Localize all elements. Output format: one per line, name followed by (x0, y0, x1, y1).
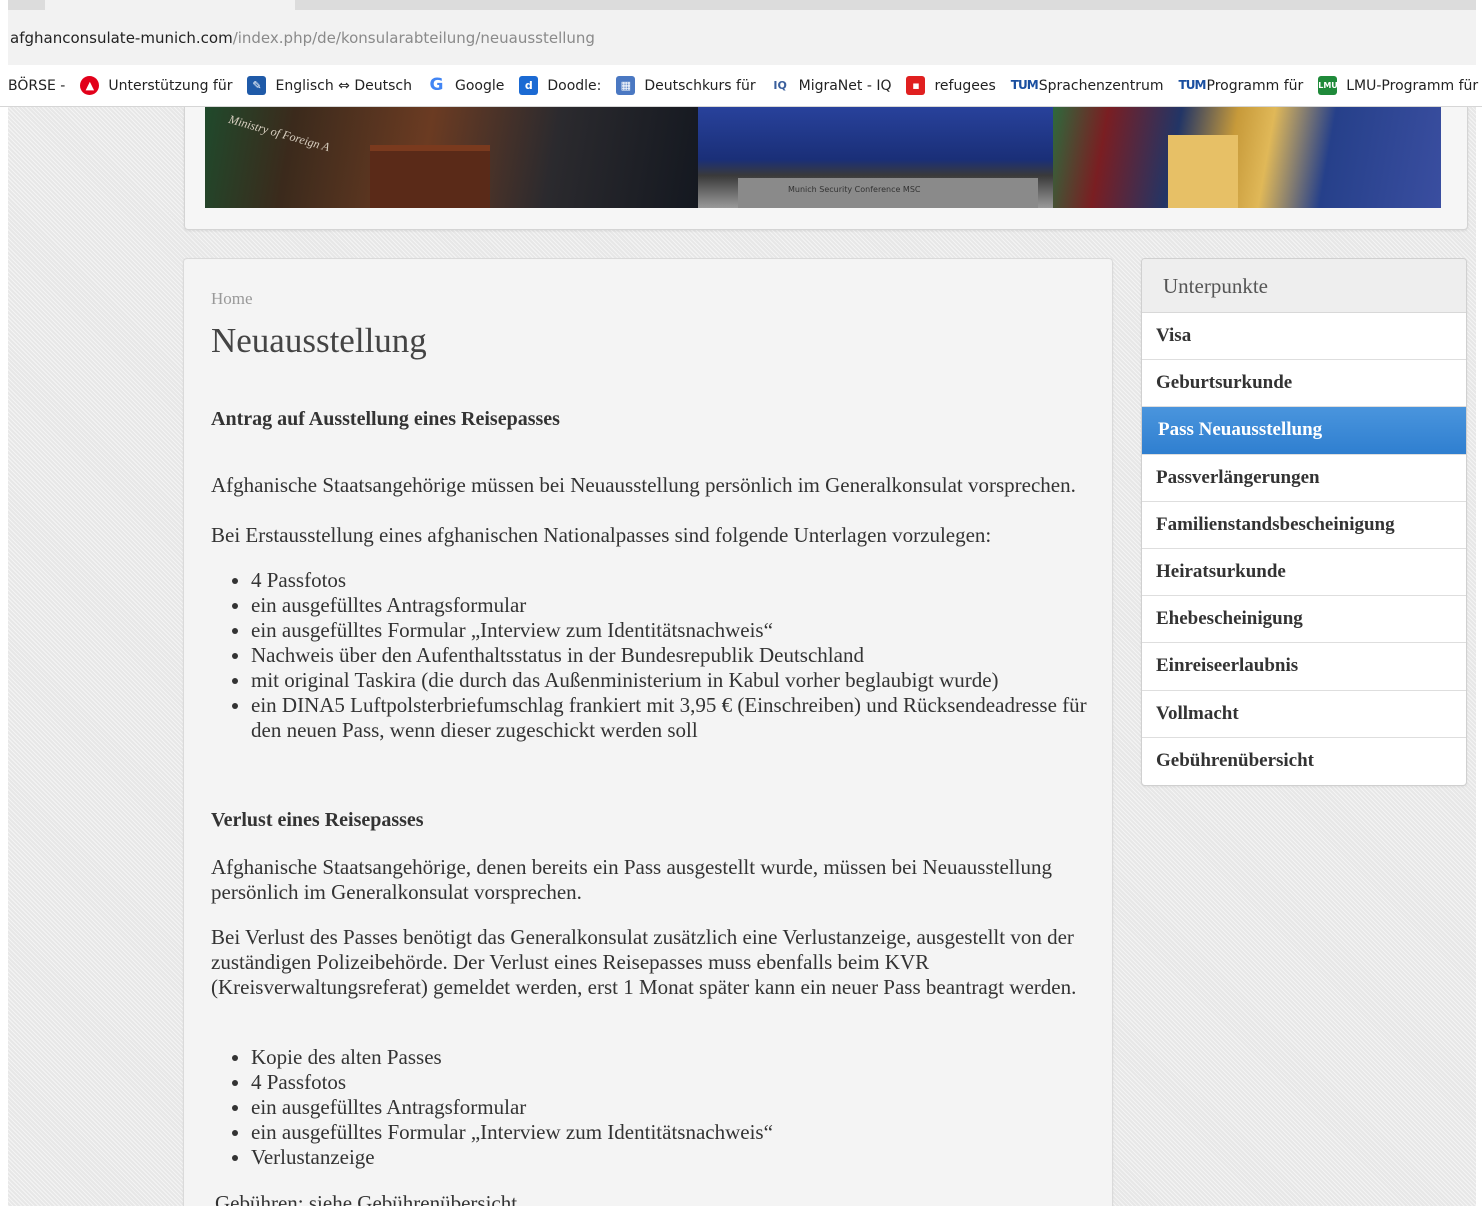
sidebar-item-visa[interactable]: Visa (1142, 313, 1466, 361)
bookmark-label: MigraNet - IQ (798, 77, 892, 94)
list-item: ein ausgefülltes Antragsformular (251, 593, 1091, 618)
banner-ministry-text: Ministry of Foreign A (227, 112, 332, 155)
sidebar-item-ehebescheinigung[interactable]: Ehebescheinigung (1142, 596, 1466, 644)
list-item: ein ausgefülltes Formular „Interview zum… (251, 618, 1091, 643)
bookmark-doodle[interactable]: d Doodle: (519, 76, 601, 95)
banner-photo-conference: Munich Security Conference MSC (698, 107, 1053, 208)
list-item: 4 Passfotos (251, 568, 1091, 593)
bookmark-label: Sprachenzentrum (1038, 77, 1164, 94)
dictionary-icon: ✎ (247, 76, 267, 95)
bookmark-label: Unterstützung für (108, 77, 233, 94)
sidebar-item-passverlaengerungen[interactable]: Passverlängerungen (1142, 455, 1466, 502)
sidebar-item-pass-neuausstellung[interactable]: Pass Neuausstellung (1142, 407, 1466, 455)
bookmark-label: Englisch ⇔ Deutsch (275, 77, 412, 94)
bookmark-label: Programm für (1206, 77, 1304, 94)
doodle-icon: d (519, 76, 539, 95)
podium-shape (370, 145, 490, 208)
refugees-icon: ▪ (906, 76, 926, 95)
bookmark-google[interactable]: G Google (427, 76, 504, 95)
section2-paragraph-1: Afghanische Staatsangehörige, denen bere… (211, 855, 1052, 904)
bookmark-englisch-deutsch[interactable]: ✎ Englisch ⇔ Deutsch (247, 76, 412, 95)
section2-paragraph-2: Bei Verlust des Passes benötigt das Gene… (211, 925, 1077, 999)
list-item: 4 Passfotos (251, 1070, 1091, 1095)
browser-tab-strip (8, 0, 1476, 10)
sidebar-header: Unterpunkte (1142, 259, 1466, 313)
bookmark-label: Deutschkurs für (644, 77, 756, 94)
banner-photo-ministry: Ministry of Foreign A (205, 107, 698, 208)
section-heading-loss: Verlust eines Reisepasses (211, 809, 424, 831)
bookmark-label: refugees (934, 77, 996, 94)
main-content-panel: Home Neuausstellung Antrag auf Ausstellu… (183, 258, 1113, 1206)
list-item: ein ausgefülltes Antragsformular (251, 1095, 1091, 1120)
header-banner-image: Ministry of Foreign A Munich Security Co… (205, 107, 1441, 208)
tum-icon: TUM (1010, 78, 1039, 92)
section-heading-application: Antrag auf Ausstellung eines Reisepasses (211, 408, 560, 430)
page-background: Ministry of Foreign A Munich Security Co… (8, 107, 1476, 1206)
url-domain: afghanconsulate-munich.com (10, 29, 233, 47)
sidebar-item-einreiseerlaubnis[interactable]: Einreiseerlaubnis (1142, 643, 1466, 691)
bookmark-label: Google (454, 77, 505, 94)
page-title: Neuausstellung (211, 321, 427, 360)
bookmark-label: LMU-Programm für (1346, 77, 1479, 94)
bookmark-deutschkurs[interactable]: ▦ Deutschkurs für (616, 76, 756, 95)
course-icon: ▦ (616, 76, 636, 95)
bookmark-programm[interactable]: TUM Programm für (1179, 76, 1304, 95)
bookmark-sprachenzentrum[interactable]: TUM Sprachenzentrum (1011, 76, 1164, 95)
migranet-icon: IQ (773, 79, 787, 92)
sidebar-item-geburtsurkunde[interactable]: Geburtsurkunde (1142, 360, 1466, 408)
fees-note: Gebühren: siehe Gebührenübersicht (215, 1191, 518, 1206)
section1-document-list: 4 Passfotos ein ausgefülltes Antragsform… (211, 568, 1091, 743)
subpages-sidebar: Unterpunkte Visa Geburtsurkunde Pass Neu… (1141, 258, 1467, 786)
bookmark-migranet[interactable]: IQ MigraNet - IQ (771, 76, 892, 95)
banner-photo-flags (1053, 107, 1441, 208)
address-bar[interactable]: afghanconsulate-munich.com/index.php/de/… (8, 10, 1476, 65)
list-item: ein ausgefülltes Formular „Interview zum… (251, 1120, 1091, 1145)
sidebar-item-vollmacht[interactable]: Vollmacht (1142, 691, 1466, 738)
employment-agency-icon: ▲ (80, 76, 100, 95)
google-icon: G (429, 75, 444, 95)
section1-paragraph-1: Afghanische Staatsangehörige müssen bei … (211, 473, 1076, 497)
lmu-icon: LMU (1318, 76, 1338, 95)
sidebar-item-familienstandsbescheinigung[interactable]: Familienstandsbescheinigung (1142, 502, 1466, 549)
bookmark-unterstuetzung[interactable]: ▲ Unterstützung für (80, 76, 232, 95)
bookmarks-bar: BÖRSE - ▲ Unterstützung für ✎ Englisch ⇔… (0, 65, 1482, 107)
tum-icon: TUM (1178, 78, 1207, 92)
section2-document-list: Kopie des alten Passes 4 Passfotos ein a… (211, 1045, 1091, 1170)
section1-paragraph-2: Bei Erstausstellung eines afghanischen N… (211, 523, 992, 547)
bookmark-label: BÖRSE - (8, 77, 66, 94)
sidebar-item-heiratsurkunde[interactable]: Heiratsurkunde (1142, 549, 1466, 597)
list-item: Verlustanzeige (251, 1145, 1091, 1170)
banner-conference-text: Munich Security Conference MSC (788, 185, 921, 194)
list-item: Nachweis über den Aufenthaltsstatus in d… (251, 643, 1091, 668)
active-browser-tab[interactable] (45, 0, 295, 10)
list-item: ein DINA5 Luftpolsterbriefumschlag frank… (251, 693, 1091, 743)
breadcrumb-home[interactable]: Home (211, 289, 253, 309)
bookmark-lmu-programm[interactable]: LMU LMU-Programm für (1318, 76, 1478, 95)
list-item: Kopie des alten Passes (251, 1045, 1091, 1070)
lectern-shape (1168, 135, 1238, 208)
bookmark-boerse[interactable]: BÖRSE - (8, 78, 65, 94)
bookmark-label: Doodle: (547, 77, 602, 94)
sidebar-item-gebuehrenuebersicht[interactable]: Gebührenübersicht (1142, 738, 1466, 785)
bookmark-refugees[interactable]: ▪ refugees (906, 76, 996, 95)
list-item: mit original Taskira (die durch das Auße… (251, 668, 1091, 693)
header-banner-box: Ministry of Foreign A Munich Security Co… (184, 107, 1468, 230)
url-path: /index.php/de/konsularabteilung/neuausst… (232, 29, 595, 47)
